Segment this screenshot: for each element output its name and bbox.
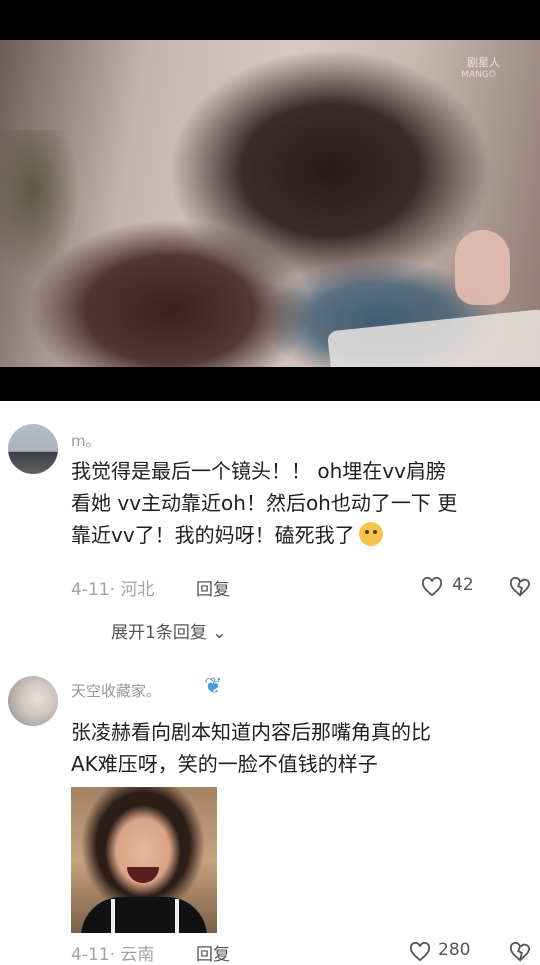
sticker-jacket (81, 897, 207, 933)
comment-text[interactable]: 张凌赫看向剧本知道内容后那嘴角真的比 AK难压呀，笑的一脸不值钱的样子 (71, 716, 531, 780)
comment-username[interactable]: 天空收藏家。 (71, 680, 161, 701)
reply-button[interactable]: 回复 (196, 575, 230, 600)
video-watermark-sub: MANGO (461, 70, 496, 80)
like-heart-icon[interactable] (409, 942, 431, 962)
like-count: 280 (438, 940, 471, 960)
top-black-bar (0, 0, 540, 40)
sticker-mouth (127, 867, 159, 883)
avatar[interactable] (8, 424, 58, 474)
avatar[interactable] (8, 676, 58, 726)
expand-replies-label: 展开1条回复 (111, 623, 207, 643)
sticker-stripe (175, 899, 179, 933)
grinning-cat-emoji (358, 522, 383, 546)
comment-text-line: AK难压呀，笑的一脸不值钱的样子 (71, 752, 378, 776)
comment-text-line: 靠近vv了！我的妈呀！磕死我了 (71, 523, 355, 547)
reply-button[interactable]: 回复 (196, 940, 230, 965)
comment-text[interactable]: 我觉得是最后一个镜头！！ oh埋在vv肩膀 看她 vv主动靠近oh！然后oh也动了… (71, 455, 531, 551)
chevron-down-icon: ⌄ (206, 623, 227, 643)
like-heart-icon[interactable] (421, 577, 443, 597)
video-watermark: 剧星人 (467, 56, 500, 69)
laughing-girl-sticker[interactable] (71, 787, 217, 933)
comment-text-line: 看她 vv主动靠近oh！然后oh也动了一下 更 (71, 491, 458, 515)
video-frame[interactable]: 剧星人 MANGO (0, 40, 540, 367)
sticker-stripe (111, 899, 115, 933)
comment-date-location: 4-11· 河北 (71, 580, 155, 600)
video-plant (0, 130, 80, 280)
video-pillow (326, 308, 540, 367)
comment-text-line: 张凌赫看向剧本知道内容后那嘴角真的比 (71, 720, 431, 744)
like-count: 42 (452, 575, 474, 595)
video-bottom-bar (0, 367, 540, 401)
butterfly-icon: ❦ (204, 674, 223, 699)
dislike-broken-heart-icon[interactable] (509, 942, 531, 962)
expand-replies-button[interactable]: 展开1条回复 ⌄ (111, 618, 226, 643)
dislike-broken-heart-icon[interactable] (509, 577, 531, 597)
video-hand (455, 230, 510, 305)
comment-username[interactable]: m。 (71, 430, 101, 451)
comment-text-line: 我觉得是最后一个镜头！！ oh埋在vv肩膀 (71, 459, 446, 483)
comment-date-location: 4-11· 云南 (71, 945, 155, 965)
